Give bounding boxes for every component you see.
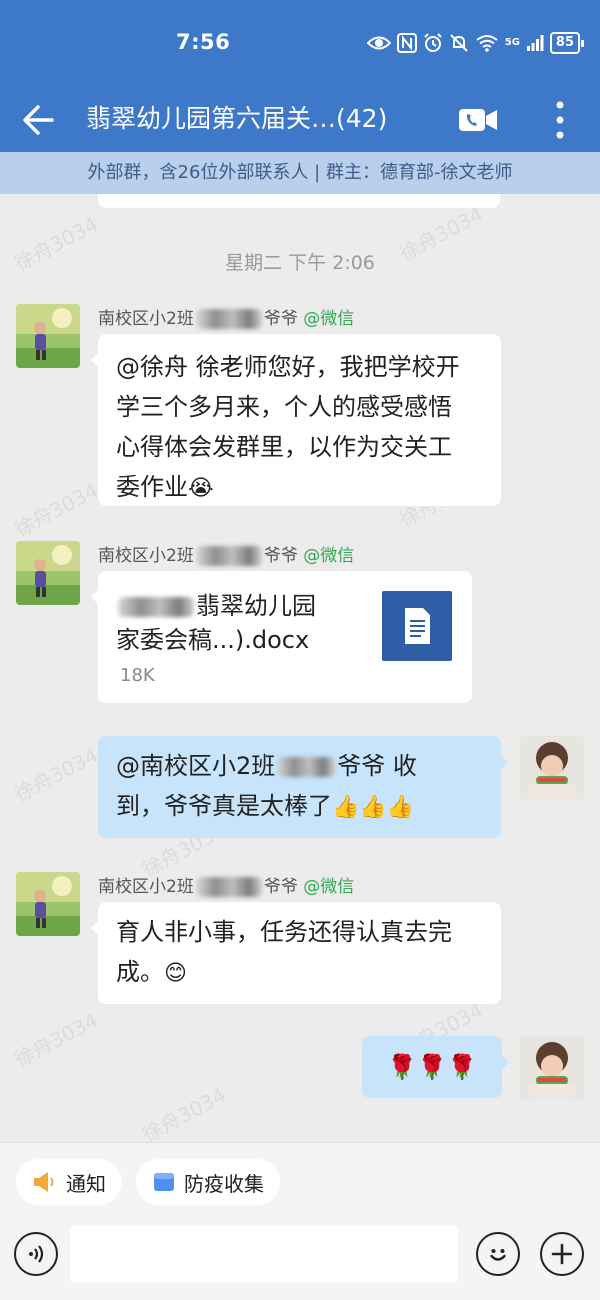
- eye-icon: [366, 36, 391, 50]
- message-bubble[interactable]: 育人非小事，任务还得认真去完 成。😊: [91, 902, 501, 1004]
- sender-name: 南校区小2班 爷爷 @微信: [98, 309, 355, 329]
- avatar-image: [520, 736, 584, 800]
- chat-area[interactable]: 徐舟3034 徐舟3034 徐舟3034 徐舟3034 徐舟3034 徐舟303…: [0, 194, 600, 1142]
- nfc-icon: [396, 33, 417, 53]
- video-call-button[interactable]: [456, 100, 500, 140]
- wechat-tag: @微信: [303, 309, 355, 329]
- chat-header: 翡翠幼儿园第六届关…(42): [0, 88, 600, 152]
- silent-icon: [450, 34, 468, 52]
- message-bubble[interactable]: @南校区小2班 爷爷 收 到，爷爷真是太棒了👍👍👍: [98, 736, 508, 838]
- avatar-image: [520, 1036, 584, 1100]
- voice-input-button[interactable]: [14, 1232, 58, 1276]
- group-info-banner[interactable]: 外部群，含26位外部联系人 | 群主：德育部-徐文老师: [0, 152, 600, 194]
- network-type: 5G: [504, 37, 520, 48]
- message-line: 委作业: [116, 473, 188, 501]
- file-size: 18K: [120, 665, 155, 686]
- redacted-filename: [118, 597, 194, 617]
- redacted-name: [277, 757, 336, 777]
- my-avatar[interactable]: [520, 1036, 584, 1100]
- watermark: 徐舟3034: [10, 477, 102, 542]
- message-bubble[interactable]: @徐舟 徐老师您好，我把学校开 学三个多月来，个人的感受感悟 心得体会发群里，以…: [91, 334, 501, 506]
- status-bar: 7:56 5G 85: [0, 0, 600, 88]
- thumbs-up-emoji: 👍👍👍: [332, 795, 415, 820]
- input-bar: [0, 1220, 600, 1300]
- message-bubble[interactable]: 🌹🌹🌹: [362, 1036, 509, 1098]
- notice-button[interactable]: 通知: [16, 1159, 122, 1205]
- redacted-name: [195, 546, 262, 566]
- watermark: 徐舟3034: [10, 1007, 102, 1072]
- message-line: @徐舟 徐老师您好，我把学校开: [116, 353, 460, 381]
- smile-emoji: 😊: [164, 961, 187, 986]
- redacted-name: [195, 309, 262, 329]
- megaphone-icon: [34, 1172, 54, 1192]
- wifi-icon: [476, 35, 498, 52]
- avatar-image: [16, 541, 80, 605]
- voice-icon: [29, 1245, 44, 1263]
- plus-icon: [551, 1243, 573, 1265]
- file-message[interactable]: 翡翠幼儿园 家委会稿...).docx 18K: [91, 571, 472, 703]
- wechat-tag: @微信: [303, 877, 355, 897]
- message-line: 心得体会发群里，以作为交关工: [116, 433, 452, 461]
- quick-actions-bar: 通知 防疫收集: [0, 1142, 600, 1220]
- alarm-icon: [424, 33, 442, 52]
- rose-emoji: 🌹🌹🌹: [387, 1053, 477, 1081]
- message-line: 成。: [116, 958, 164, 986]
- previous-message-bubble[interactable]: [98, 194, 500, 208]
- back-button[interactable]: [20, 98, 60, 142]
- epidemic-collection-button[interactable]: 防疫收集: [136, 1159, 280, 1205]
- watermark: 徐舟3034: [10, 742, 102, 807]
- message-line: 学三个多月来，个人的感受感悟: [116, 393, 452, 421]
- sender-name: 南校区小2班 爷爷 @微信: [98, 877, 355, 897]
- wechat-tag: @微信: [303, 546, 355, 566]
- my-avatar[interactable]: [520, 736, 584, 800]
- more-vertical-icon: [556, 101, 564, 139]
- smiley-icon: [490, 1249, 506, 1261]
- sender-name: 南校区小2班 爷爷 @微信: [98, 546, 355, 566]
- file-name: 翡翠幼儿园 家委会稿...).docx: [116, 592, 316, 654]
- more-options-button[interactable]: [546, 94, 574, 146]
- battery-indicator: 85: [549, 32, 585, 54]
- avatar[interactable]: [16, 304, 80, 368]
- emoji-button[interactable]: [476, 1232, 520, 1276]
- avatar[interactable]: [16, 541, 80, 605]
- signal-icon: [526, 35, 544, 51]
- avatar-image: [16, 872, 80, 936]
- back-arrow-icon: [23, 105, 54, 135]
- message-input[interactable]: [70, 1225, 458, 1283]
- avatar-image: [16, 304, 80, 368]
- status-icons: 5G 85: [366, 30, 585, 56]
- chat-title: 翡翠幼儿园第六届关…(42): [86, 104, 388, 133]
- document-icon: [382, 591, 452, 661]
- time-separator: 星期二 下午 2:06: [225, 252, 375, 274]
- more-attachments-button[interactable]: [540, 1232, 584, 1276]
- form-icon: [154, 1173, 174, 1191]
- status-time: 7:56: [176, 30, 231, 54]
- avatar[interactable]: [16, 872, 80, 936]
- crying-emoji: 😭: [188, 476, 214, 501]
- message-line: 育人非小事，任务还得认真去完: [116, 918, 452, 946]
- watermark: 徐舟3034: [138, 1082, 230, 1142]
- redacted-name: [195, 877, 262, 897]
- video-camera-icon: [459, 109, 497, 131]
